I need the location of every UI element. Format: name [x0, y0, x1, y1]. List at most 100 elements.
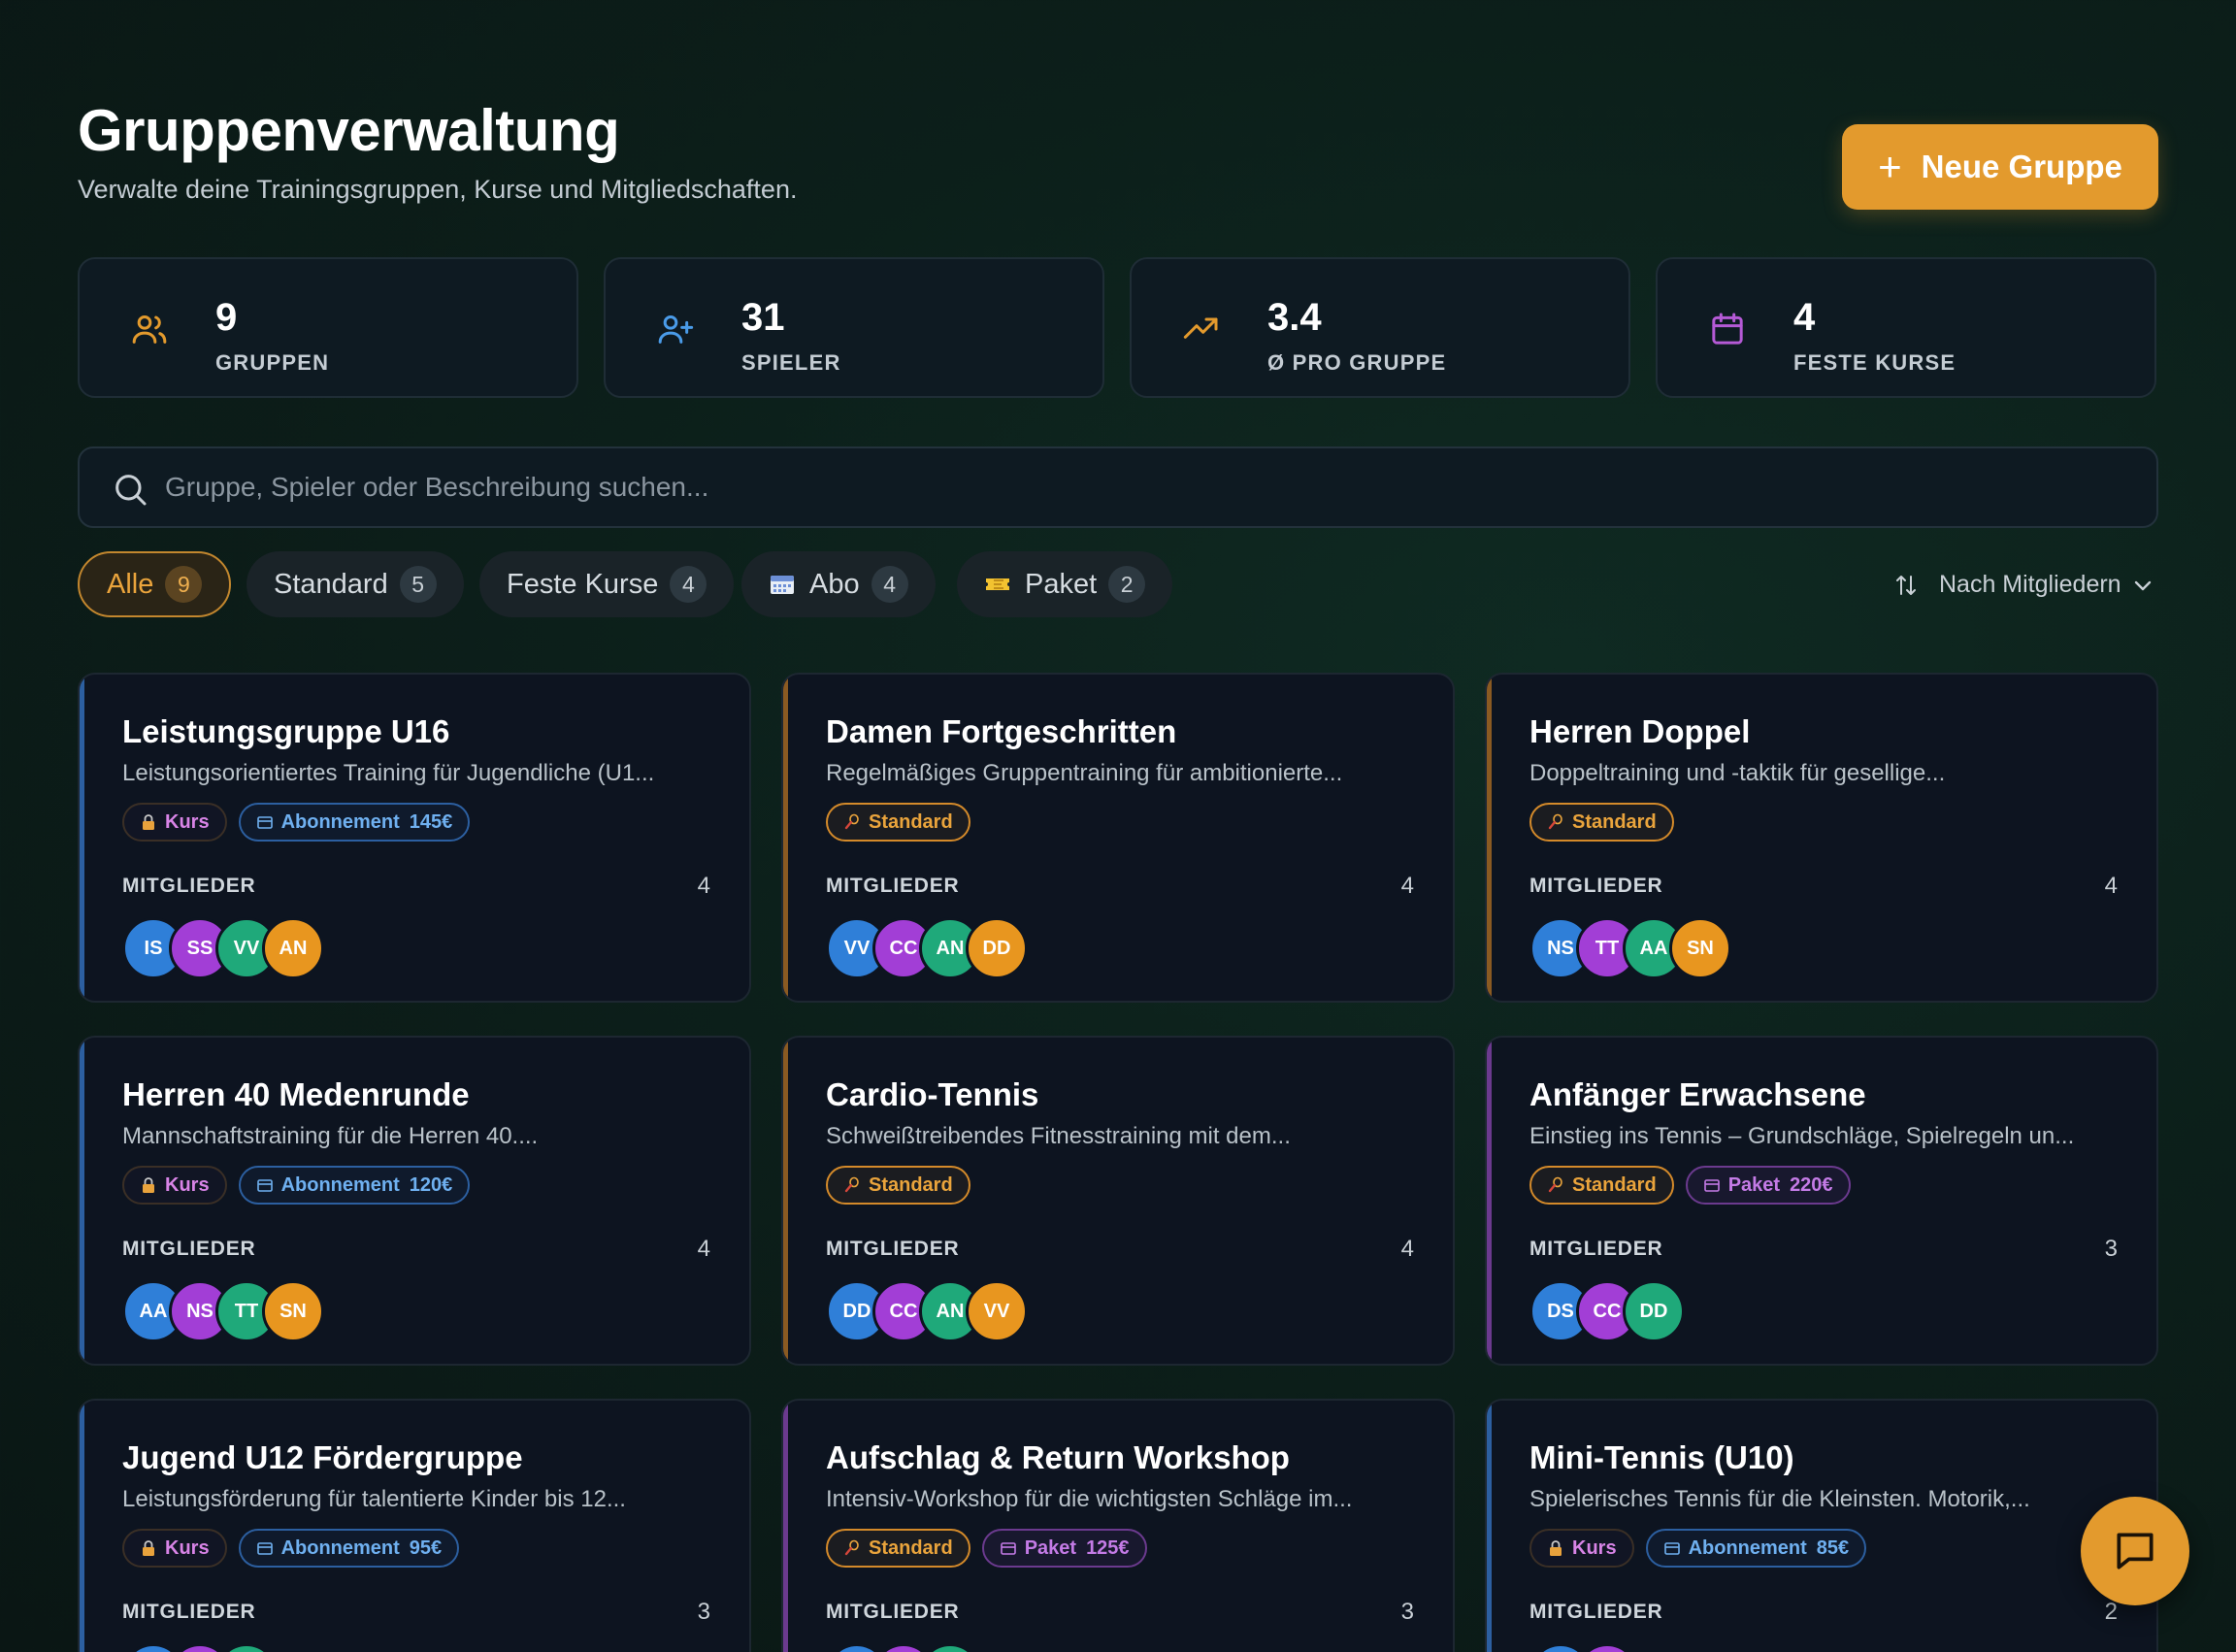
members-count: 3 [1400, 1599, 1414, 1625]
group-name: Jugend U12 Fördergruppe [122, 1439, 523, 1475]
ticket-emoji-icon [986, 578, 1009, 590]
user-plus-icon [658, 315, 694, 344]
tag-label: Abonnement [280, 1536, 400, 1559]
group-card[interactable]: Jugend U12 Fördergruppe Leistungsförderun… [78, 1399, 751, 1652]
member-avatars: AA NS TT SN [122, 1280, 324, 1342]
tag-kurs: Kurs [1529, 1529, 1634, 1568]
members-label: MITGLIEDER [1529, 1238, 1663, 1260]
group-tags: Kurs Abonnement 145€ [122, 803, 471, 842]
member-avatars: VV CC AN DD [826, 917, 1028, 979]
tag-standard: Standard [826, 803, 970, 842]
tag-standard: Standard [826, 1166, 970, 1205]
group-card[interactable]: Herren Doppel Doppeltraining und -taktik … [1485, 673, 2158, 1003]
chat-icon [2117, 1533, 2154, 1569]
tag-paket: Paket 220€ [1685, 1166, 1851, 1205]
page-title: Gruppenverwaltung [78, 98, 620, 163]
card-accent [80, 675, 84, 1001]
tag-price: 120€ [409, 1173, 453, 1196]
tag-label: Kurs [165, 1173, 210, 1196]
tag-price: 85€ [1816, 1536, 1850, 1559]
tag-label: Abonnement [280, 810, 400, 833]
members-count: 4 [1400, 873, 1414, 899]
stat-label: FESTE KURSE [1793, 350, 1956, 375]
filter-count: 2 [1108, 566, 1146, 603]
new-group-label: Neue Gruppe [1921, 149, 2122, 184]
filter-chip-standard[interactable]: Standard 5 [247, 551, 464, 617]
members-label: MITGLIEDER [826, 1601, 960, 1623]
new-group-button[interactable]: + Neue Gruppe [1842, 124, 2158, 210]
filter-label: Paket [1025, 568, 1098, 600]
tag-price: 95€ [409, 1536, 443, 1559]
member-avatars: IS SS VV AN [122, 917, 324, 979]
group-name: Aufschlag & Return Workshop [826, 1439, 1290, 1475]
member-avatars: NS TT AA SN [1529, 917, 1731, 979]
group-name: Herren Doppel [1529, 713, 1751, 749]
group-tags: Standard [826, 803, 970, 842]
group-card[interactable]: Herren 40 Medenrunde Mannschaftstraining … [78, 1036, 751, 1366]
lock-icon [143, 1540, 154, 1556]
stat-label: GRUPPEN [215, 350, 330, 375]
tag-kurs: Kurs [122, 1166, 227, 1205]
avatar: SN [262, 1280, 324, 1342]
members-label: MITGLIEDER [1529, 875, 1663, 897]
card-icon [256, 816, 273, 829]
avatar: VV [966, 1280, 1028, 1342]
tag-label: Standard [869, 1173, 953, 1196]
avatar [169, 1643, 231, 1652]
group-tags: Standard Paket 125€ [826, 1529, 1147, 1568]
tag-abo: Abonnement 85€ [1645, 1529, 1867, 1568]
group-tags: Standard [826, 1166, 970, 1205]
sort-dropdown[interactable]: Nach Mitgliedern [1894, 571, 2153, 599]
stat-card-average: 3.4 Ø PRO GRUPPE [1130, 257, 1630, 398]
members-count: 2 [2104, 1599, 2118, 1625]
stat-card-players: 31 SPIELER [604, 257, 1104, 398]
group-name: Mini-Tennis (U10) [1529, 1439, 1794, 1475]
tag-label: Kurs [1572, 1536, 1617, 1559]
chat-button[interactable] [2081, 1497, 2189, 1605]
avatar [122, 1643, 184, 1652]
group-card[interactable]: Anfänger Erwachsene Einstieg ins Tennis –… [1485, 1036, 2158, 1366]
tag-label: Kurs [165, 810, 210, 833]
group-card[interactable]: Leistungsgruppe U16 Leistungsorientiertes… [78, 673, 751, 1003]
tag-abo: Abonnement 145€ [238, 803, 471, 842]
tag-label: Paket [1727, 1173, 1781, 1196]
filter-chip-abo[interactable]: Abo 4 [741, 551, 936, 617]
tag-standard: Standard [826, 1529, 970, 1568]
members-label: MITGLIEDER [122, 1601, 256, 1623]
group-card[interactable]: Cardio-Tennis Schweißtreibendes Fitnesstr… [781, 1036, 1455, 1366]
members-label: MITGLIEDER [826, 875, 960, 897]
group-name: Damen Fortgeschritten [826, 713, 1177, 749]
filter-count: 5 [399, 566, 437, 603]
stat-value: 3.4 [1267, 296, 1322, 339]
filter-label: Abo [809, 568, 860, 600]
filter-chip-paket[interactable]: Paket 2 [957, 551, 1173, 617]
search-input[interactable] [165, 448, 2125, 526]
group-card[interactable]: Damen Fortgeschritten Regelmäßiges Gruppe… [781, 673, 1455, 1003]
group-name: Herren 40 Medenrunde [122, 1076, 470, 1112]
card-accent [783, 1401, 788, 1652]
card-accent [783, 675, 788, 1001]
avatar: DD [1623, 1280, 1685, 1342]
filter-count: 4 [871, 566, 908, 603]
filter-chip-all[interactable]: Alle 9 [78, 551, 232, 617]
filter-chip-fixed-courses[interactable]: Feste Kurse 4 [479, 551, 735, 617]
group-description: Schweißtreibendes Fitnesstraining mit de… [826, 1123, 1291, 1149]
tag-abo: Abonnement 120€ [238, 1166, 471, 1205]
stat-card-courses: 4 FESTE KURSE [1656, 257, 2156, 398]
members-label: MITGLIEDER [122, 1238, 256, 1260]
tag-label: Abonnement [1688, 1536, 1807, 1559]
lock-icon [1550, 1540, 1562, 1556]
avatar [1529, 1643, 1592, 1652]
group-card[interactable]: Mini-Tennis (U10) Spielerisches Tennis fü… [1485, 1399, 2158, 1652]
stat-label: Ø PRO GRUPPE [1267, 350, 1447, 375]
members-label: MITGLIEDER [1529, 1601, 1663, 1623]
members-label: MITGLIEDER [826, 1238, 960, 1260]
users-icon [132, 315, 167, 344]
member-avatars [826, 1643, 981, 1652]
group-card[interactable]: Aufschlag & Return Workshop Intensiv-Work… [781, 1399, 1455, 1652]
card-accent [1487, 1038, 1492, 1364]
tag-standard: Standard [1529, 1166, 1674, 1205]
card-icon [256, 1179, 273, 1192]
group-name: Leistungsgruppe U16 [122, 713, 450, 749]
tag-kurs: Kurs [122, 803, 227, 842]
